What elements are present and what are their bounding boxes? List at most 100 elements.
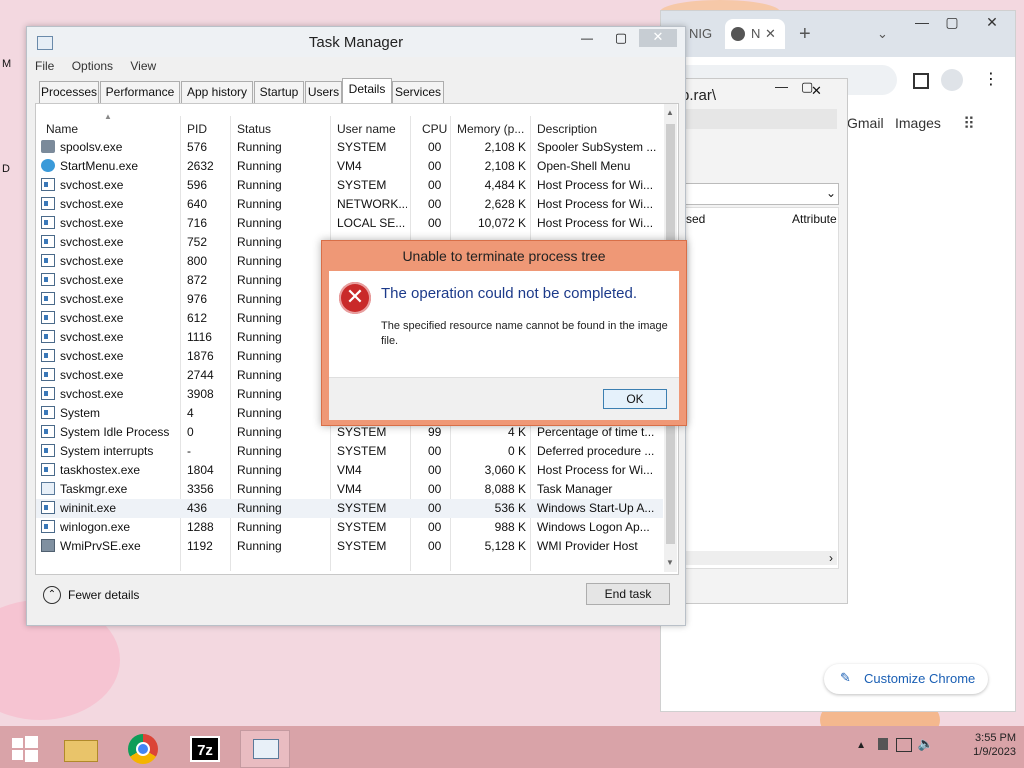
- tab-performance[interactable]: Performance: [100, 81, 180, 104]
- table-row[interactable]: WmiPrvSE.exe 1192 Running SYSTEM 00 5,128 K WM…: [36, 537, 663, 556]
- process-status: Running: [237, 197, 282, 211]
- process-description: Windows Logon Ap...: [537, 520, 650, 534]
- chrome-icon[interactable]: [120, 730, 168, 766]
- process-name: svchost.exe: [60, 197, 124, 211]
- table-row[interactable]: System interrupts - Running SYSTEM 00 0 K Defe…: [36, 442, 663, 461]
- error-icon: ✕: [339, 282, 371, 314]
- process-status: Running: [237, 368, 282, 382]
- horizontal-scrollbar[interactable]: ›: [685, 551, 837, 565]
- fewer-details-link[interactable]: Fewer details: [68, 588, 139, 602]
- task-manager-icon[interactable]: [240, 730, 290, 768]
- tab-startup[interactable]: Startup: [254, 81, 304, 104]
- chrome-tab-active[interactable]: N ✕: [725, 19, 785, 49]
- table-row[interactable]: wininit.exe 436 Running SYSTEM 00 536 K Window…: [36, 499, 663, 518]
- process-cpu: 00: [428, 520, 442, 534]
- menu-view[interactable]: View: [130, 59, 156, 73]
- process-user: SYSTEM: [337, 501, 387, 515]
- menu-options[interactable]: Options: [72, 59, 113, 73]
- table-row[interactable]: svchost.exe 716 Running LOCAL SE... 00 10,072…: [36, 214, 663, 233]
- customize-chrome-button[interactable]: ✎ Customize Chrome: [824, 664, 988, 694]
- process-pid: 436: [187, 501, 208, 515]
- table-row[interactable]: StartMenu.exe 2632 Running VM4 00 2,108 K Open…: [36, 157, 663, 176]
- path-dropdown[interactable]: ⌄: [685, 183, 839, 205]
- desktop-icon-label[interactable]: M: [2, 58, 11, 70]
- process-status: Running: [237, 482, 282, 496]
- minimize-button[interactable]: —: [775, 79, 797, 94]
- column-header-memory[interactable]: Memory (p...: [457, 122, 524, 136]
- table-row[interactable]: Taskmgr.exe 3356 Running VM4 00 8,088 K Task M…: [36, 480, 663, 499]
- toolbar-strip: [685, 109, 837, 129]
- service-icon: [41, 406, 55, 419]
- new-tab-button[interactable]: +: [799, 19, 819, 49]
- network-icon[interactable]: [896, 738, 912, 752]
- table-row[interactable]: svchost.exe 596 Running SYSTEM 00 4,484 K Host…: [36, 176, 663, 195]
- column-header-name[interactable]: Name: [46, 122, 78, 136]
- close-button[interactable]: ✕: [639, 29, 677, 47]
- tab-users[interactable]: Users: [305, 81, 342, 104]
- close-icon[interactable]: ✕: [765, 19, 776, 49]
- maximize-button[interactable]: ▢: [935, 11, 969, 33]
- flag-icon[interactable]: [878, 738, 888, 750]
- volume-icon[interactable]: 🔈: [918, 736, 934, 752]
- process-memory: 4 K: [507, 425, 526, 439]
- 7zip-icon[interactable]: 7z: [182, 730, 230, 766]
- table-row[interactable]: winlogon.exe 1288 Running SYSTEM 00 988 K Wind…: [36, 518, 663, 537]
- process-cpu: 00: [428, 501, 442, 515]
- minimize-button[interactable]: —: [905, 11, 939, 33]
- menu-dots-icon[interactable]: ⋮: [983, 69, 999, 89]
- column-header[interactable]: sed: [686, 212, 705, 226]
- chevron-up-icon[interactable]: ▲: [856, 740, 866, 751]
- column-header-cpu[interactable]: CPU: [422, 122, 447, 136]
- minimize-button[interactable]: —: [573, 31, 601, 45]
- tab-app-history[interactable]: App history: [181, 81, 253, 104]
- chevron-down-icon[interactable]: ▼: [666, 558, 674, 567]
- process-pid: 3356: [187, 482, 214, 496]
- title-bar[interactable]: Task Manager — ▢ ✕: [27, 27, 685, 57]
- profile-icon[interactable]: [941, 69, 963, 91]
- table-row[interactable]: taskhostex.exe 1804 Running VM4 00 3,060 K Hos…: [36, 461, 663, 480]
- collapse-circle-icon[interactable]: ⌃: [43, 586, 61, 604]
- process-pid: 716: [187, 216, 208, 230]
- tab-processes[interactable]: Processes: [39, 81, 99, 104]
- process-memory: 988 K: [494, 520, 526, 534]
- chrome-tab[interactable]: NIG: [689, 19, 729, 49]
- desktop-icon-label[interactable]: D: [2, 163, 10, 175]
- clock-date[interactable]: 1/9/2023: [973, 746, 1016, 758]
- process-memory: 2,628 K: [484, 197, 526, 211]
- process-status: Running: [237, 349, 282, 363]
- chevron-up-icon[interactable]: ▲: [666, 108, 674, 117]
- side-panel-icon[interactable]: [913, 73, 929, 89]
- menu-file[interactable]: File: [35, 59, 54, 73]
- service-icon: [41, 197, 55, 210]
- close-button[interactable]: ✕: [811, 83, 839, 99]
- process-status: Running: [237, 311, 282, 325]
- service-icon: [41, 349, 55, 362]
- printer-icon: [41, 140, 55, 153]
- process-description: Deferred procedure ...: [537, 444, 655, 458]
- file-explorer-icon[interactable]: [58, 730, 106, 766]
- column-header-user[interactable]: User name: [337, 122, 396, 136]
- process-name: WmiPrvSE.exe: [60, 539, 141, 553]
- column-header[interactable]: Attribute: [792, 212, 837, 226]
- maximize-button[interactable]: ▢: [607, 30, 635, 46]
- tab-services[interactable]: Services: [392, 81, 444, 104]
- clock-time[interactable]: 3:55 PM: [973, 732, 1016, 744]
- end-task-button[interactable]: End task: [586, 583, 670, 605]
- service-icon: [41, 235, 55, 248]
- column-header-pid[interactable]: PID: [187, 122, 207, 136]
- apps-grid-icon[interactable]: ⠿: [963, 114, 975, 134]
- table-row[interactable]: svchost.exe 640 Running NETWORK... 00 2,628 K…: [36, 195, 663, 214]
- images-link[interactable]: Images: [895, 115, 941, 131]
- chevron-down-icon[interactable]: ⌄: [877, 19, 897, 49]
- tab-details[interactable]: Details: [342, 78, 392, 104]
- process-pid: 1116: [187, 330, 212, 344]
- ok-button[interactable]: OK: [603, 389, 667, 409]
- column-header-description[interactable]: Description: [537, 122, 597, 136]
- process-memory: 2,108 K: [484, 159, 526, 173]
- table-row[interactable]: spoolsv.exe 576 Running SYSTEM 00 2,108 K Spoo…: [36, 138, 663, 157]
- gmail-link[interactable]: Gmail: [847, 115, 884, 131]
- close-button[interactable]: ✕: [975, 11, 1009, 33]
- service-icon: [41, 387, 55, 400]
- windows-start-icon[interactable]: [6, 730, 54, 766]
- column-header-status[interactable]: Status: [237, 122, 271, 136]
